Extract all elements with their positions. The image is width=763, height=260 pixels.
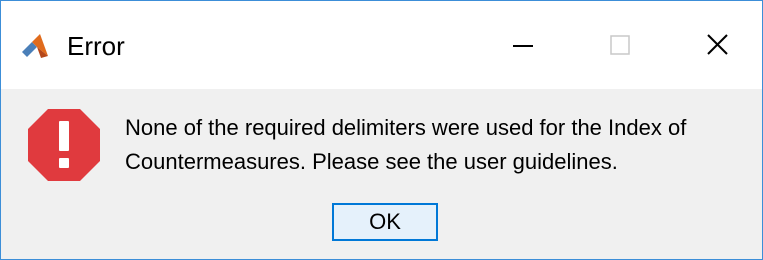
- matlab-icon: [22, 34, 48, 58]
- error-dialog-window: Error None of the required delimiters we…: [0, 0, 763, 260]
- title-bar[interactable]: Error: [1, 1, 762, 89]
- error-message: None of the required delimiters were use…: [125, 111, 755, 179]
- dialog-content: None of the required delimiters were use…: [1, 89, 762, 259]
- error-icon: [28, 109, 100, 181]
- maximize-icon[interactable]: [589, 15, 649, 75]
- window-title: Error: [67, 31, 125, 61]
- error-message-line-1: None of the required delimiters were use…: [125, 115, 687, 140]
- ok-button[interactable]: OK: [332, 203, 438, 241]
- minimize-icon[interactable]: [491, 15, 551, 75]
- error-message-line-2: Countermeasures. Please see the user gui…: [125, 149, 618, 174]
- close-icon[interactable]: [687, 15, 747, 75]
